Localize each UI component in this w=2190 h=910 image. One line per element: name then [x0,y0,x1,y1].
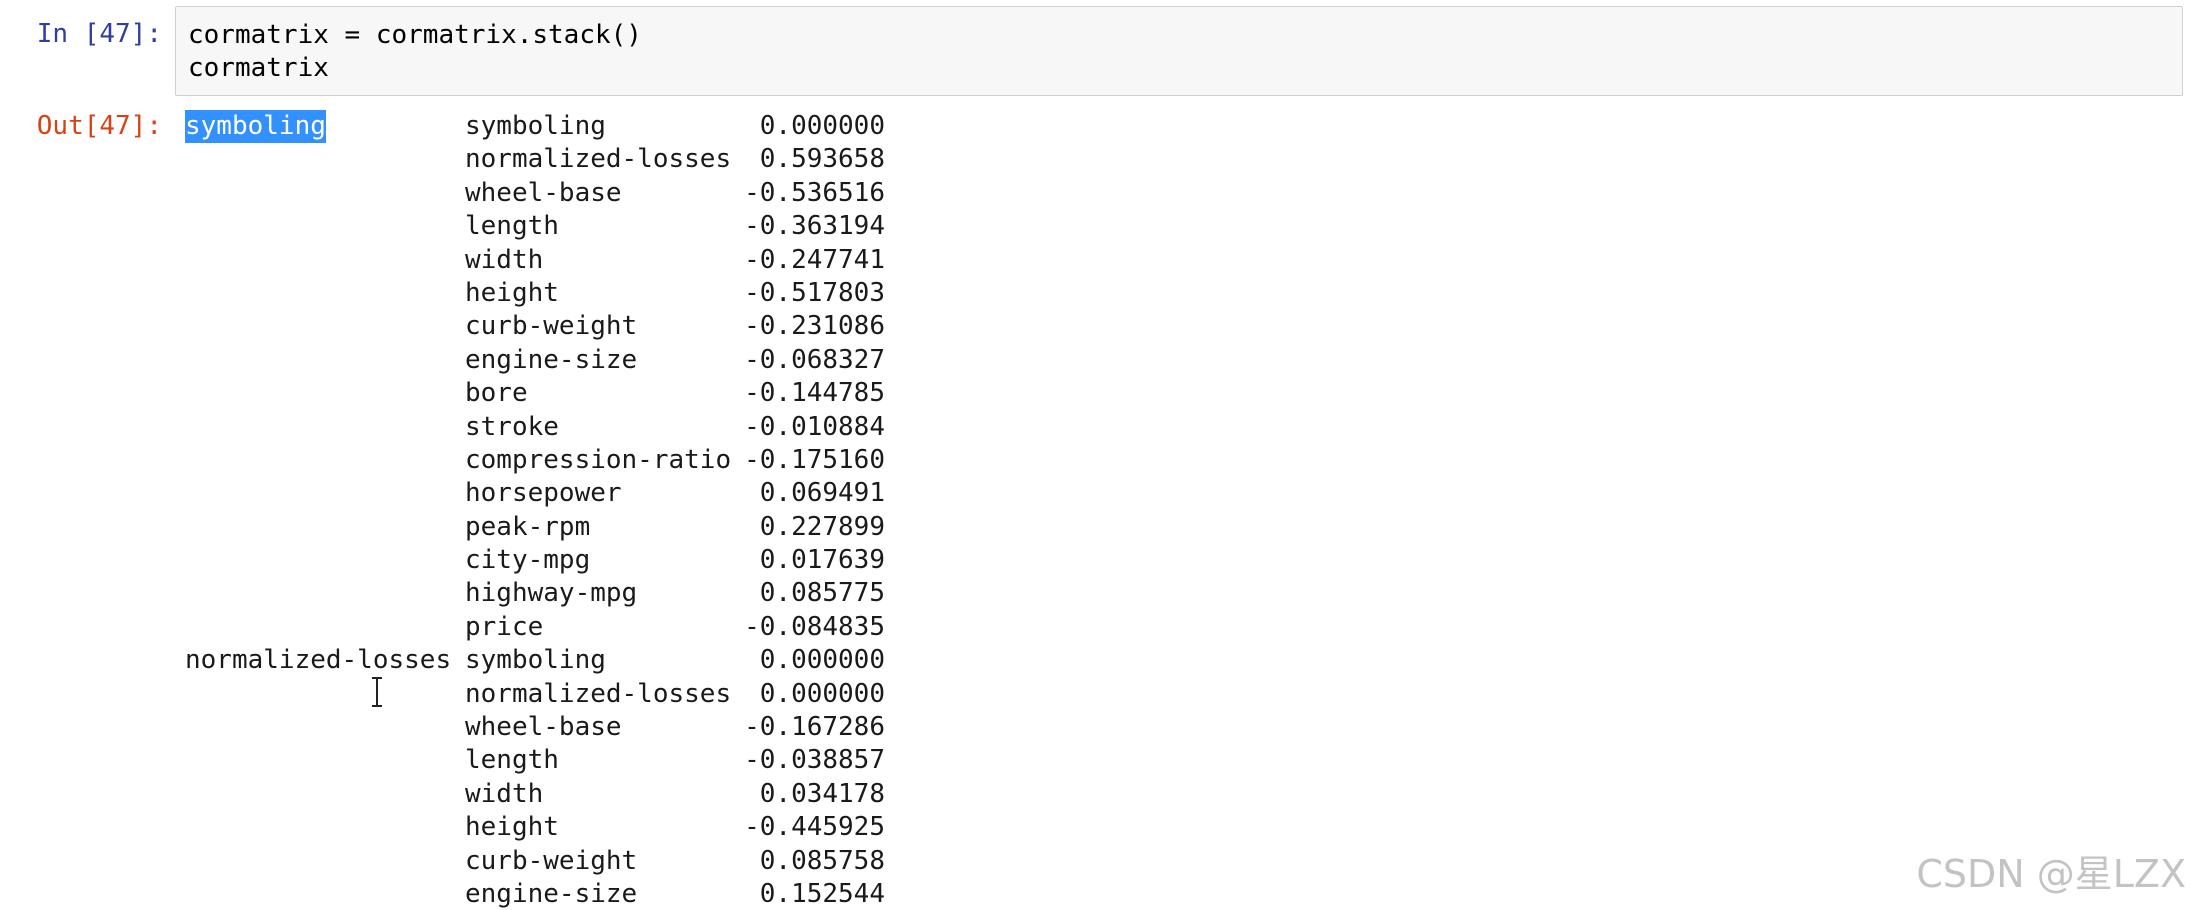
correlation-value: -0.084835 [744,611,885,642]
correlation-value: 0.000000 [759,111,885,141]
correlation-value: -0.167286 [744,712,885,743]
index-level1-label: horsepower [465,478,622,509]
correlation-value: 0.227899 [759,511,885,542]
output-row: stroke -0.010884 [185,411,1985,444]
correlation-value: 0.152544 [759,878,885,909]
index-level1-label: peak-rpm [465,511,591,542]
correlation-value: 0.000000 [759,678,885,709]
output-row: height -0.517803 [185,277,1985,310]
index-level1-label: price [465,611,544,642]
index-level1-label: highway-mpg [465,578,638,609]
index-level1-label: normalized-losses [465,678,732,709]
correlation-value: -0.038857 [744,745,885,776]
output-row: width 0.034178 [185,778,1985,811]
index-level1-label: wheel-base [465,177,622,208]
output-row: normalized-losses 0.593658 [185,143,1985,176]
output-row: normalized-losses 0.000000 [185,678,1985,711]
code-cell[interactable]: cormatrix = cormatrix.stack() cormatrix [175,6,2183,96]
correlation-value: -0.010884 [744,411,885,442]
index-level1-label: stroke [465,411,559,442]
index-level1-label: symboling [465,645,606,676]
correlation-value: 0.069491 [759,478,885,509]
correlation-value: -0.231086 [744,311,885,342]
index-level1-label: width [465,778,544,809]
correlation-value: -0.363194 [744,211,885,242]
output-row: horsepower 0.069491 [185,477,1985,510]
correlation-value: 0.593658 [759,144,885,175]
correlation-value: -0.536516 [744,177,885,208]
correlation-value: 0.034178 [759,778,885,809]
selected-index-label: symboling [185,110,326,143]
output-row: engine-size 0.152544 [185,878,1985,910]
output-row: length -0.038857 [185,744,1985,777]
correlation-value: -0.068327 [744,344,885,375]
output-row: width -0.247741 [185,244,1985,277]
index-level0-label: normalized-losses [185,645,452,676]
output-row: highway-mpg 0.085775 [185,577,1985,610]
index-level1-label: length [465,745,559,776]
correlation-value: 0.000000 [759,645,885,676]
code-line[interactable]: cormatrix [188,52,329,85]
text-cursor-icon [372,677,382,707]
output-row: normalized-losses symboling 0.000000 [185,644,1985,677]
output-row: wheel-base -0.536516 [185,177,1985,210]
output-row: curb-weight -0.231086 [185,310,1985,343]
index-level1-label: height [465,812,559,843]
output-row: symboling symboling 0.000000 [185,110,1985,143]
index-level1-label: wheel-base [465,712,622,743]
index-level1-label: bore [465,378,528,409]
output-row: length -0.363194 [185,210,1985,243]
in-prompt: In [47]: [36,19,162,49]
index-level1-label: length [465,211,559,242]
output-row: bore -0.144785 [185,377,1985,410]
output-row: curb-weight 0.085758 [185,845,1985,878]
index-level1-label: normalized-losses [465,144,732,175]
index-level1-label: compression-ratio [465,444,732,475]
index-level1-label: city-mpg [465,545,591,576]
correlation-value: -0.247741 [744,244,885,275]
correlation-value: 0.085758 [759,845,885,876]
index-level1-label: engine-size [465,344,638,375]
output-row: wheel-base -0.167286 [185,711,1985,744]
correlation-value: 0.017639 [759,545,885,576]
output-row: compression-ratio -0.175160 [185,444,1985,477]
correlation-value: -0.445925 [744,812,885,843]
watermark: CSDN @星LZX [1916,852,2186,896]
output-row: price -0.084835 [185,611,1985,644]
correlation-value: -0.517803 [744,277,885,308]
correlation-value: 0.085775 [759,578,885,609]
index-level1-label: width [465,244,544,275]
output-row: engine-size -0.068327 [185,344,1985,377]
output-area: symboling symboling 0.000000 normalized-los… [185,110,1985,910]
index-level1-label: curb-weight [465,845,638,876]
out-prompt: Out[47]: [36,111,162,141]
index-level1-label: curb-weight [465,311,638,342]
index-level1-label: height [465,277,559,308]
output-row: height -0.445925 [185,811,1985,844]
correlation-value: -0.175160 [744,444,885,475]
output-row: peak-rpm 0.227899 [185,511,1985,544]
index-level1-label: symboling [465,111,606,141]
output-row: city-mpg 0.017639 [185,544,1985,577]
index-level1-label: engine-size [465,878,638,909]
code-line[interactable]: cormatrix = cormatrix.stack() [188,19,642,52]
correlation-value: -0.144785 [744,378,885,409]
